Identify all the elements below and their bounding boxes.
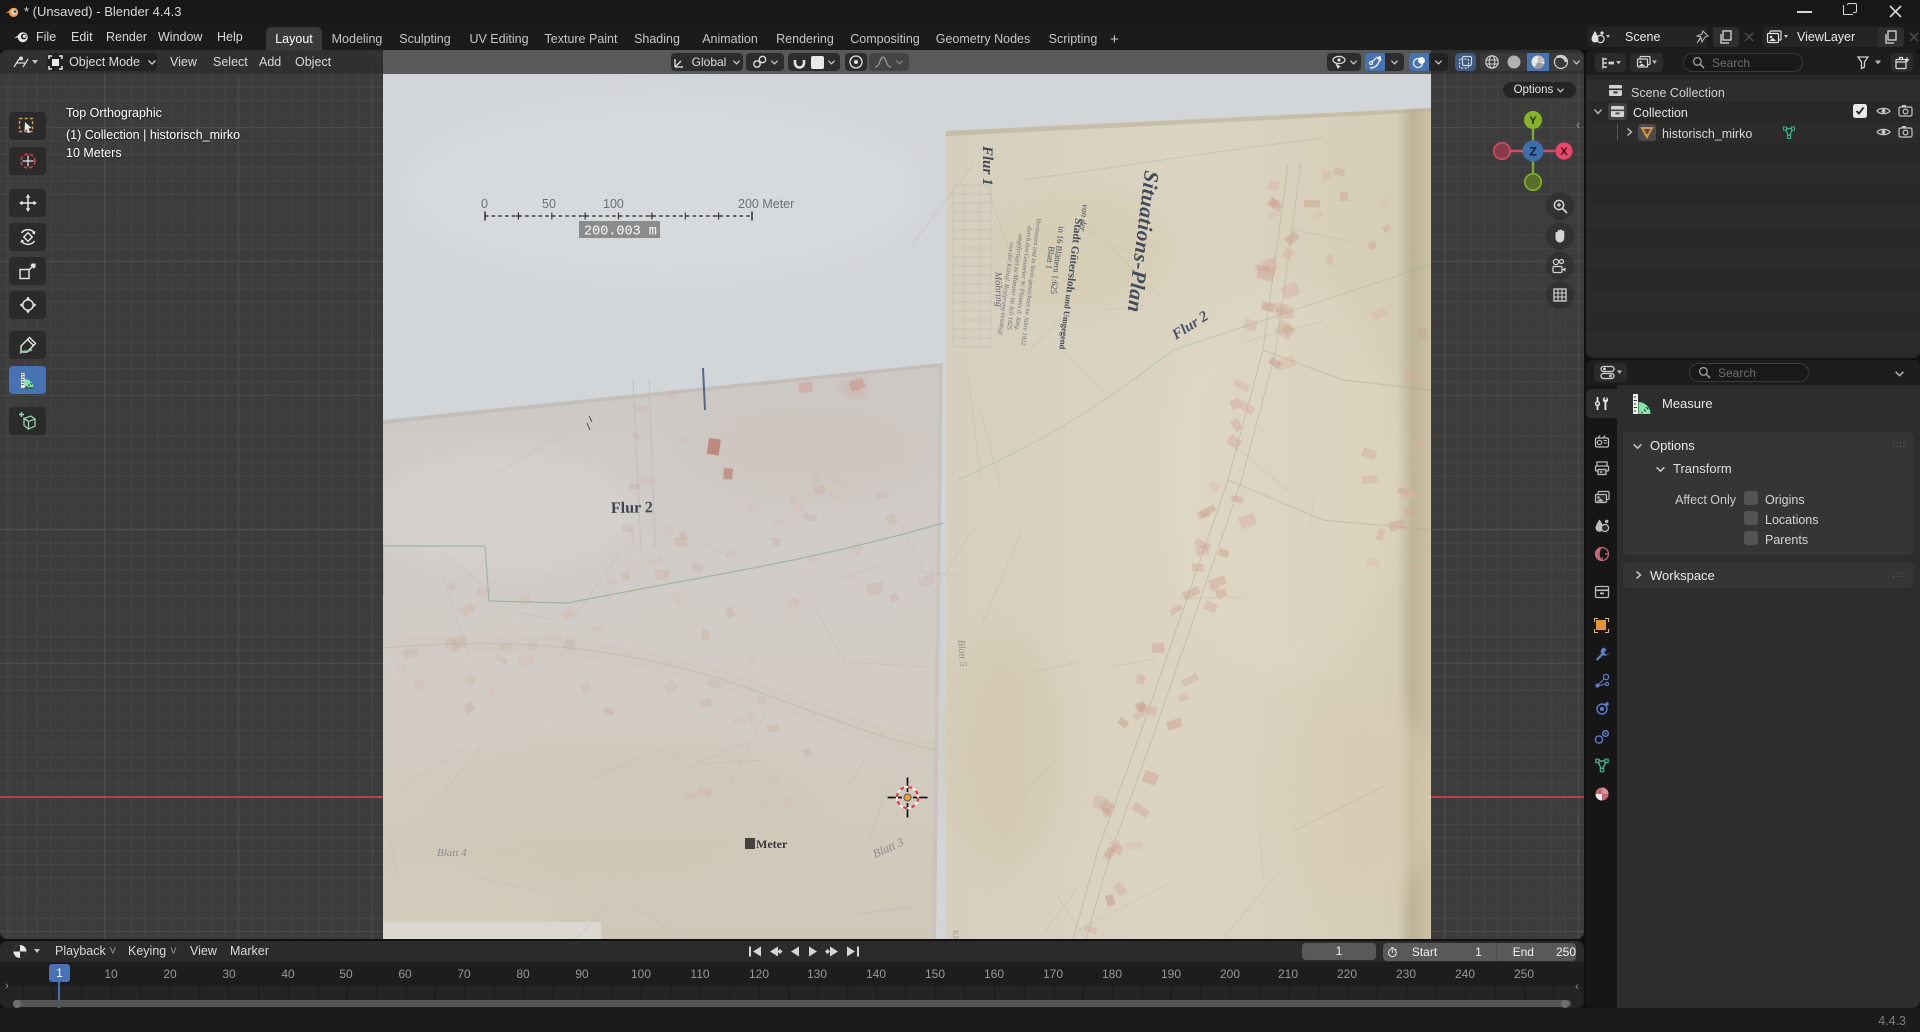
svg-text:KM 1,2: KM 1,2: [951, 930, 960, 939]
svg-text:Möhring: Möhring: [992, 271, 1004, 307]
svg-text:Y: Y: [1529, 115, 1537, 127]
svg-text:Blatt 4: Blatt 4: [437, 847, 467, 859]
svg-text:Blatt 5: Blatt 5: [955, 639, 968, 667]
svg-text:Flur 1: Flur 1: [979, 145, 995, 186]
svg-text:X: X: [1560, 146, 1568, 158]
svg-text:200.003 m: 200.003 m: [584, 225, 657, 240]
svg-text:50: 50: [542, 197, 556, 211]
svg-text:100: 100: [603, 197, 624, 211]
svg-text:200 Meter: 200 Meter: [738, 197, 794, 211]
svg-text:0: 0: [481, 197, 488, 211]
svg-text:Flur 2: Flur 2: [611, 499, 653, 517]
svg-text:Meter: Meter: [756, 837, 788, 851]
svg-text:Z: Z: [1529, 145, 1536, 159]
